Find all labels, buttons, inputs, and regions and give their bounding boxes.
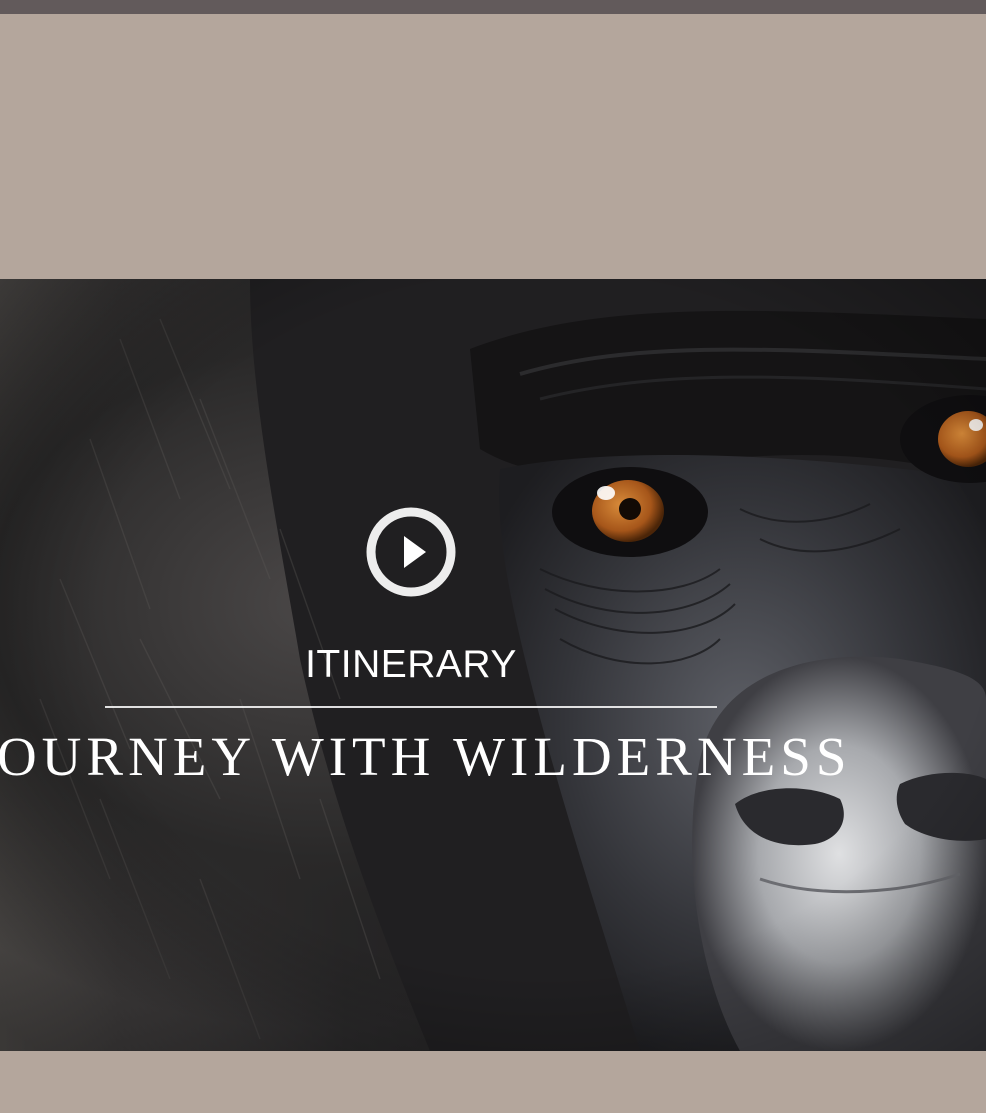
top-bar: [0, 0, 986, 14]
hero-section: ITINERARY JOURNEY WITH WILDERNESS: [0, 279, 986, 1051]
lower-band: [0, 1051, 986, 1113]
hero-divider: [105, 706, 717, 708]
hero-headline: JOURNEY WITH WILDERNESS: [0, 726, 852, 787]
play-circle-icon: [366, 507, 456, 597]
play-video-button[interactable]: [366, 507, 456, 597]
hero-eyebrow: ITINERARY: [305, 643, 517, 686]
upper-band: [0, 14, 986, 279]
